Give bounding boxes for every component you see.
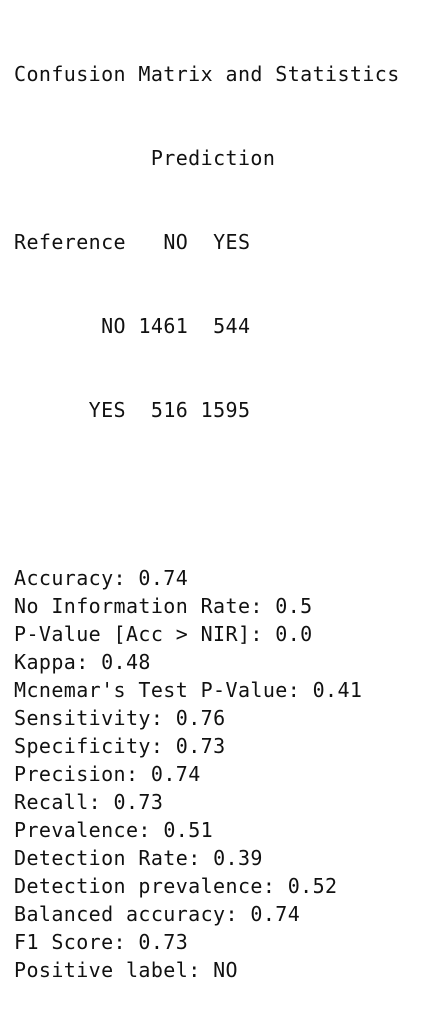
stat-separator: : [225,902,251,926]
stat-line: Accuracy: 0.74 [14,564,434,592]
stat-label: Sensitivity [14,706,151,730]
stat-line: P-Value [Acc > NIR]: 0.0 [14,620,434,648]
stat-label: Detection prevalence [14,874,263,898]
stat-separator: : [150,706,176,730]
stat-label: Recall [14,790,89,814]
stat-value: 0.5 [275,594,313,618]
stat-value: 0.73 [175,734,226,758]
stat-value: 0.73 [138,930,189,954]
stat-label: Kappa [14,650,77,674]
stat-line: Sensitivity: 0.76 [14,704,434,732]
matrix-prediction-header: Prediction [14,144,434,172]
stat-value: 0.73 [113,790,164,814]
row-label-yes: YES [88,398,126,422]
stat-label: Specificity [14,734,151,758]
stat-value: 0.0 [275,622,313,646]
stat-value: NO [213,958,238,982]
stat-line: Prevalence: 0.51 [14,816,434,844]
cell-yes-no: 516 [150,398,189,422]
stat-value: 0.74 [150,762,201,786]
statistics-list: Accuracy: 0.74 No Information Rate: 0.5 P-… [14,564,434,984]
stat-value: 0.76 [175,706,226,730]
prediction-header: Prediction [150,146,276,170]
cell-no-no: 1461 [138,314,189,338]
stat-label: Detection Rate [14,846,189,870]
stat-value: 0.52 [287,874,338,898]
stat-line: Positive label: NO [14,956,434,984]
stat-separator: : [113,930,139,954]
stat-label: Positive label [14,958,189,982]
column-header-no: NO [163,230,189,254]
stat-separator: : [88,790,114,814]
stat-value: 0.39 [213,846,263,870]
matrix-row-no: NO 1461 544 [14,312,434,340]
stat-line: No Information Rate: 0.5 [14,592,434,620]
stat-line: Recall: 0.73 [14,788,434,816]
stat-separator: : [138,818,164,842]
stat-value: 0.74 [138,566,189,590]
output-title: Confusion Matrix and Statistics [14,62,400,86]
stat-separator: : [188,958,214,982]
stat-line: Specificity: 0.73 [14,732,434,760]
cell-no-yes: 544 [213,314,251,338]
matrix-column-header-row: Reference NO YES [14,228,434,256]
cell-yes-yes: 1595 [200,398,251,422]
console-output: Confusion Matrix and Statistics Predicti… [14,4,434,1012]
stat-line: F1 Score: 0.73 [14,928,434,956]
stat-value: 0.51 [163,818,214,842]
matrix-row-yes: YES 516 1595 [14,396,434,424]
stat-separator: : [76,650,102,674]
stat-label: Accuracy [14,566,114,590]
stat-separator: : [113,566,139,590]
stat-line: Precision: 0.74 [14,760,434,788]
stat-label: P-Value [Acc > NIR] [14,622,251,646]
stat-separator: : [250,622,276,646]
stat-value: 0.41 [312,678,363,702]
stat-separator: : [287,678,313,702]
stat-separator: : [250,594,276,618]
row-label-no: NO [101,314,126,338]
stat-line: Detection prevalence: 0.52 [14,872,434,900]
stat-line: Mcnemar's Test P-Value: 0.41 [14,676,434,704]
stat-label: Precision [14,762,126,786]
stat-separator: : [262,874,288,898]
stat-value: 0.74 [250,902,301,926]
stat-label: F1 Score [14,930,114,954]
reference-label: Reference [14,230,126,254]
stat-separator: : [125,762,151,786]
stat-label: Mcnemar's Test P-Value [14,678,288,702]
stat-line: Detection Rate: 0.39 [14,844,434,872]
stat-label: No Information Rate [14,594,251,618]
stat-line: Kappa: 0.48 [14,648,434,676]
stat-value: 0.48 [101,650,151,674]
stat-separator: : [150,734,176,758]
stat-separator: : [188,846,214,870]
stat-label: Balanced accuracy [14,902,226,926]
column-header-yes: YES [213,230,251,254]
stat-label: Prevalence [14,818,139,842]
stat-line: Balanced accuracy: 0.74 [14,900,434,928]
